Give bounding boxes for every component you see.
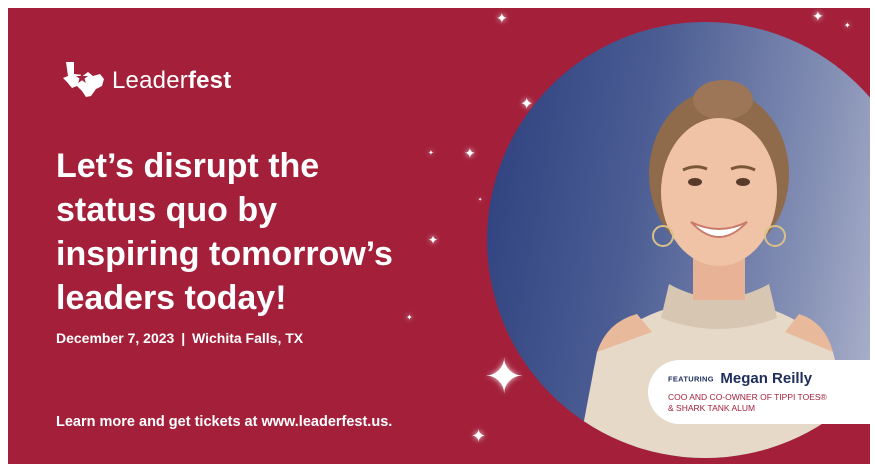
event-location: Wichita Falls, TX xyxy=(192,330,304,346)
event-separator: | xyxy=(181,330,186,346)
event-details: December 7, 2023 | Wichita Falls, TX xyxy=(56,330,303,346)
event-date: December 7, 2023 xyxy=(56,330,175,346)
leaderfest-logo: Leaderfest xyxy=(60,58,231,103)
sparkle-icon: ✦ xyxy=(478,197,483,203)
featuring-label: FEATURING xyxy=(668,374,714,384)
headline-line: Let’s disrupt the xyxy=(56,147,320,185)
event-banner: ✦ ✦ ✦ ✦ ✦ ✦ ✦ ✦ ✦ ✦ ✦ ✦ Leaderfest Let’s… xyxy=(8,8,870,464)
brand-name: Leaderfest xyxy=(112,66,232,94)
sparkle-icon: ✦ xyxy=(471,426,487,447)
headline: Let’s disrupt the status quo by inspirin… xyxy=(56,144,476,320)
speaker-name: Megan Reilly xyxy=(720,370,813,388)
ticket-cta[interactable]: Learn more and get tickets at www.leader… xyxy=(56,414,392,430)
headline-line: inspiring tomorrow’s xyxy=(56,235,393,273)
headline-line: leaders today! xyxy=(56,279,287,317)
speaker-role-line: & SHARK TANK ALUM xyxy=(668,403,756,413)
speaker-role: COO AND CO-OWNER OF TIPPI TOES® & SHARK … xyxy=(668,392,827,414)
speaker-role-line: COO AND CO-OWNER OF TIPPI TOES® xyxy=(668,392,827,402)
headline-line: status quo by xyxy=(56,191,278,229)
texas-state-icon xyxy=(60,58,106,103)
speaker-caption: FEATURING Megan Reilly COO AND CO-OWNER … xyxy=(648,360,870,424)
